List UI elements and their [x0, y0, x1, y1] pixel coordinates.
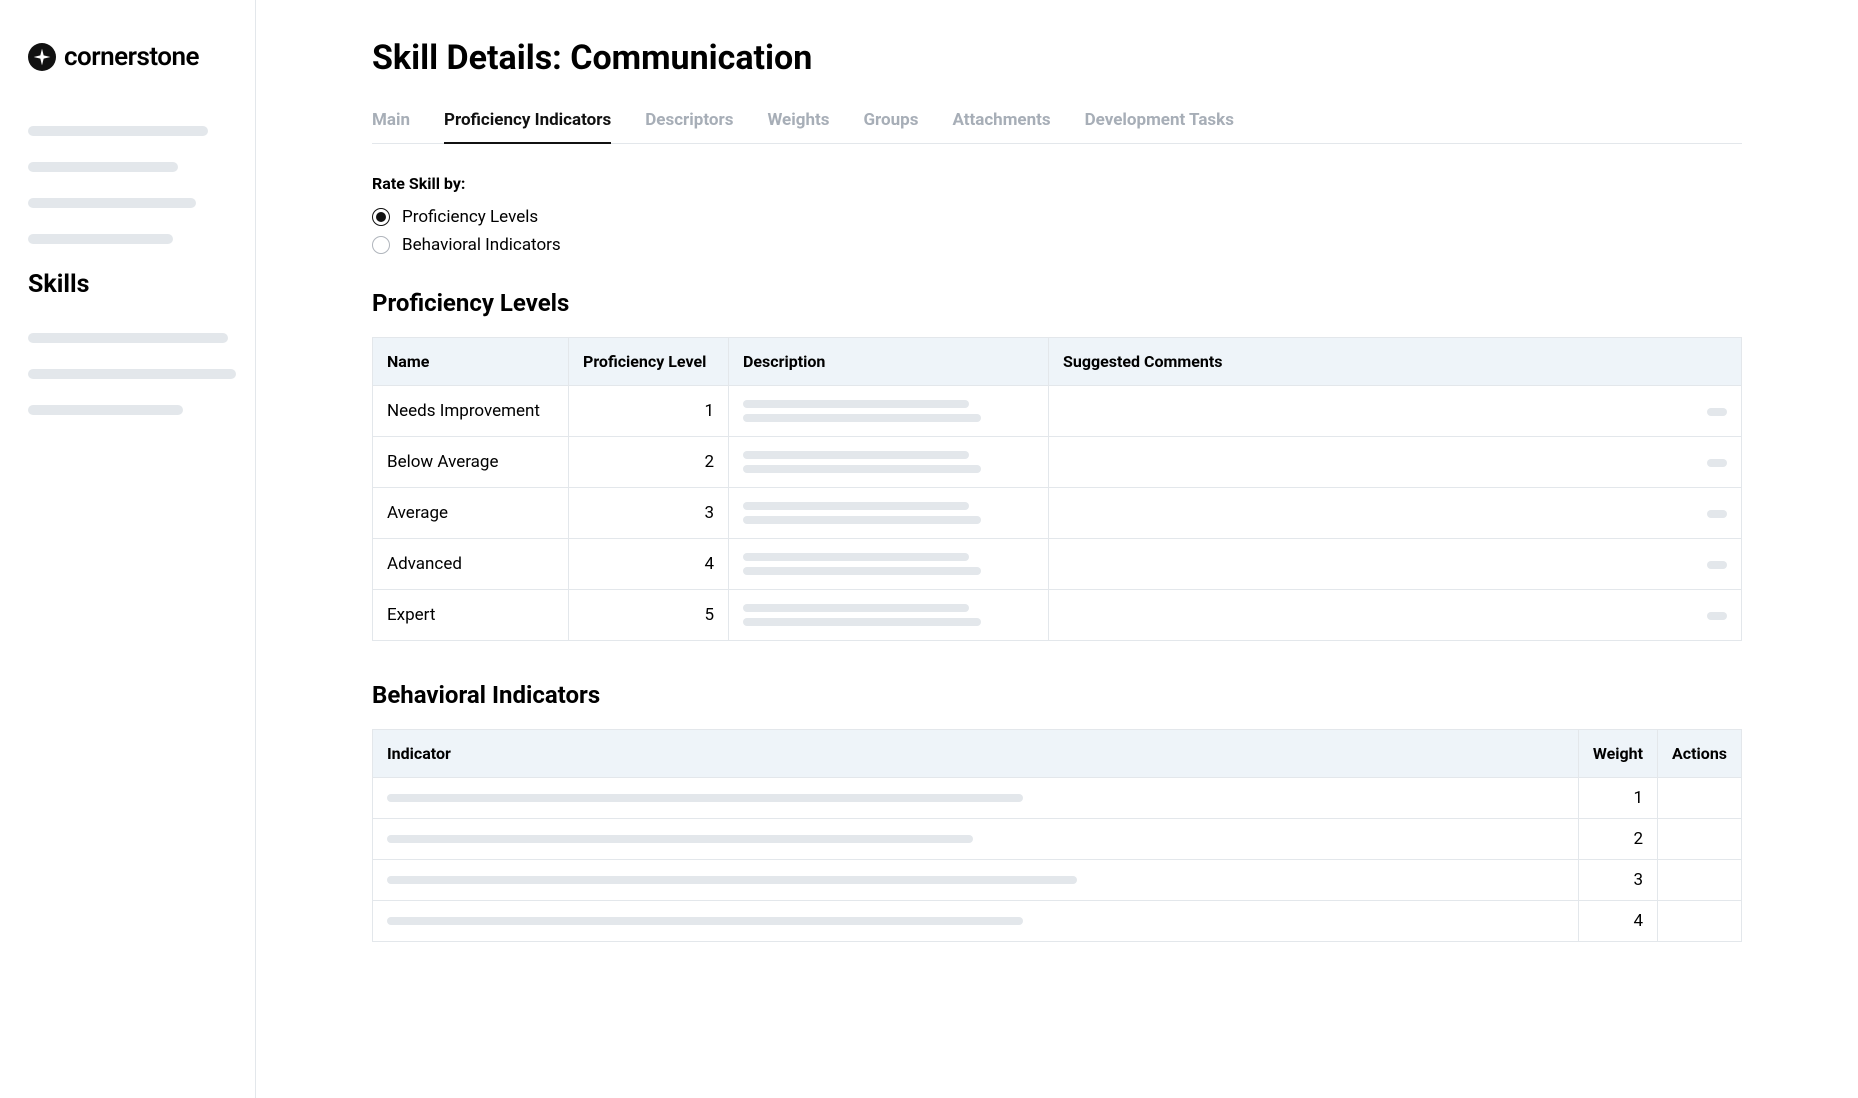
brand-logo: cornerstone [28, 42, 227, 72]
cell-weight: 2 [1578, 819, 1657, 860]
tab-proficiency-indicators[interactable]: Proficiency Indicators [444, 110, 611, 144]
cell-indicator [373, 860, 1579, 901]
page-title: Skill Details: Communication [372, 38, 1742, 78]
sidebar-section-skills[interactable]: Skills [28, 270, 227, 299]
table-row: 2 [373, 819, 1742, 860]
brand-logo-icon [28, 43, 56, 71]
cell-name: Advanced [373, 539, 569, 590]
cell-description [729, 437, 1049, 488]
tab-weights[interactable]: Weights [767, 110, 829, 144]
cell-indicator [373, 819, 1579, 860]
table-row: 1 [373, 778, 1742, 819]
cell-level: 2 [569, 437, 729, 488]
brand-name: cornerstone [64, 42, 199, 72]
cell-name: Expert [373, 590, 569, 641]
table-row: 3 [373, 860, 1742, 901]
nav-item-placeholder [28, 234, 173, 244]
column-header-level: Proficiency Level [569, 338, 729, 386]
tab-attachments[interactable]: Attachments [952, 110, 1050, 144]
cell-suggested [1049, 437, 1742, 488]
cell-description [729, 386, 1049, 437]
cell-weight: 1 [1578, 778, 1657, 819]
nav-item-placeholder [28, 162, 178, 172]
tabs: Main Proficiency Indicators Descriptors … [372, 110, 1742, 144]
radio-behavioral-indicators[interactable]: Behavioral Indicators [372, 235, 1742, 255]
cell-indicator [373, 901, 1579, 942]
page-title-value: Communication [570, 38, 812, 78]
column-header-weight: Weight [1578, 730, 1657, 778]
nav-item-placeholder [28, 333, 228, 343]
column-header-suggested-comments: Suggested Comments [1049, 338, 1742, 386]
tab-main[interactable]: Main [372, 110, 410, 144]
column-header-description: Description [729, 338, 1049, 386]
cell-description [729, 539, 1049, 590]
rate-skill-radio-group: Proficiency Levels Behavioral Indicators [372, 207, 1742, 255]
table-row: Below Average 2 [373, 437, 1742, 488]
table-row: Advanced 4 [373, 539, 1742, 590]
radio-label: Behavioral Indicators [402, 235, 561, 255]
table-row: Needs Improvement 1 [373, 386, 1742, 437]
cell-actions [1658, 901, 1742, 942]
column-header-actions: Actions [1658, 730, 1742, 778]
cell-weight: 3 [1578, 860, 1657, 901]
proficiency-levels-table: Name Proficiency Level Description Sugge… [372, 337, 1742, 641]
radio-label: Proficiency Levels [402, 207, 538, 227]
cell-level: 4 [569, 539, 729, 590]
table-row: Expert 5 [373, 590, 1742, 641]
tab-groups[interactable]: Groups [863, 110, 918, 144]
cell-suggested [1049, 590, 1742, 641]
behavioral-indicators-table: Indicator Weight Actions 1 2 [372, 729, 1742, 942]
table-row: 4 [373, 901, 1742, 942]
cell-name: Average [373, 488, 569, 539]
radio-icon [372, 208, 390, 226]
cell-level: 5 [569, 590, 729, 641]
column-header-name: Name [373, 338, 569, 386]
cell-suggested [1049, 386, 1742, 437]
cell-level: 3 [569, 488, 729, 539]
nav-item-placeholder [28, 198, 196, 208]
rate-skill-by-label: Rate Skill by: [372, 174, 1742, 193]
cell-indicator [373, 778, 1579, 819]
tab-descriptors[interactable]: Descriptors [645, 110, 733, 144]
nav-item-placeholder [28, 369, 236, 379]
cell-suggested [1049, 539, 1742, 590]
cell-suggested [1049, 488, 1742, 539]
behavioral-indicators-heading: Behavioral Indicators [372, 681, 1742, 709]
cell-actions [1658, 860, 1742, 901]
nav-item-placeholder [28, 126, 208, 136]
cell-name: Below Average [373, 437, 569, 488]
tab-development-tasks[interactable]: Development Tasks [1085, 110, 1234, 144]
proficiency-levels-heading: Proficiency Levels [372, 289, 1742, 317]
table-row: Average 3 [373, 488, 1742, 539]
radio-icon [372, 236, 390, 254]
cell-description [729, 590, 1049, 641]
nav-item-placeholder [28, 405, 183, 415]
cell-name: Needs Improvement [373, 386, 569, 437]
page-title-prefix: Skill Details: [372, 38, 570, 78]
cell-level: 1 [569, 386, 729, 437]
radio-proficiency-levels[interactable]: Proficiency Levels [372, 207, 1742, 227]
column-header-indicator: Indicator [373, 730, 1579, 778]
cell-actions [1658, 778, 1742, 819]
cell-weight: 4 [1578, 901, 1657, 942]
main-content: Skill Details: Communication Main Profic… [256, 0, 1858, 1098]
sidebar: cornerstone Skills [0, 0, 256, 1098]
cell-description [729, 488, 1049, 539]
cell-actions [1658, 819, 1742, 860]
